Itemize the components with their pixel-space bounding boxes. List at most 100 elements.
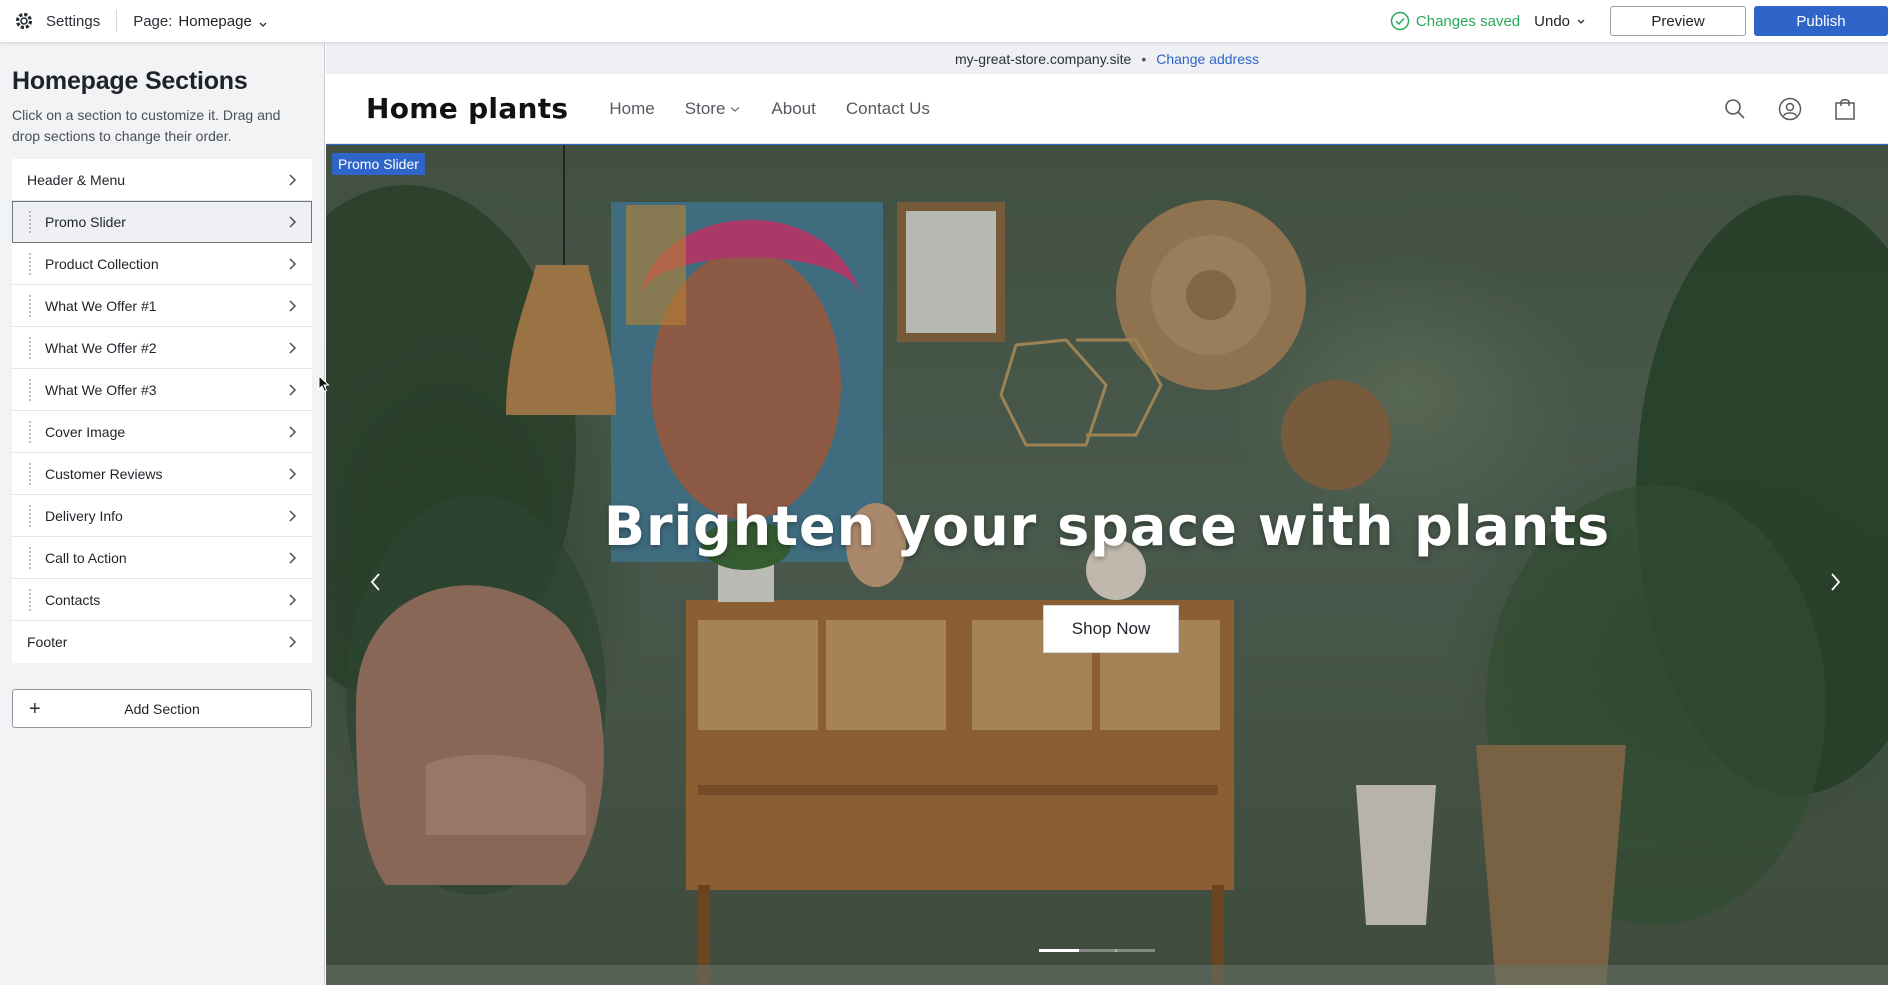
mouse-cursor-icon <box>318 375 330 393</box>
site-header[interactable]: Home plants Home Store About Contact Us <box>326 74 1888 144</box>
top-bar-left: Settings Page: Homepage <box>0 0 268 42</box>
chevron-right-icon <box>289 300 297 312</box>
section-item[interactable]: Cover Image <box>12 411 312 453</box>
promo-slider[interactable]: Promo Slider Brighten your space with pl… <box>326 144 1888 985</box>
drag-handle-icon[interactable] <box>28 504 36 527</box>
chevron-right-icon <box>289 174 297 186</box>
slider-dots <box>1039 949 1155 952</box>
chevron-right-icon <box>289 342 297 354</box>
save-status-text: Changes saved <box>1415 12 1521 30</box>
chevron-right-icon <box>289 552 297 564</box>
preview-button[interactable]: Preview <box>1610 6 1746 36</box>
chevron-down-icon <box>1577 19 1585 24</box>
add-section-label: Add Section <box>124 700 200 717</box>
section-item[interactable]: What We Offer #2 <box>12 327 312 369</box>
chevron-down-icon <box>731 106 740 112</box>
slider-prev-arrow[interactable] <box>368 570 382 599</box>
section-item-label: Contacts <box>45 591 101 608</box>
section-item[interactable]: Header & Menu <box>12 159 312 201</box>
section-item[interactable]: What We Offer #3 <box>12 369 312 411</box>
site-header-icons <box>1692 97 1888 121</box>
search-icon[interactable] <box>1724 98 1746 120</box>
chevron-right-icon <box>289 510 297 522</box>
add-section-button[interactable]: + Add Section <box>12 689 312 728</box>
hero-headline[interactable]: Brighten your space with plants <box>326 495 1888 558</box>
section-item-label: Delivery Info <box>45 507 123 524</box>
slider-dot[interactable] <box>1115 949 1155 952</box>
section-list: Header & Menu Promo Slider Product Collect… <box>12 159 312 663</box>
nav-item-contact[interactable]: Contact Us <box>846 99 930 119</box>
drag-handle-icon[interactable] <box>28 462 36 485</box>
section-item-label: Product Collection <box>45 255 159 272</box>
section-item[interactable]: Contacts <box>12 579 312 621</box>
settings-link[interactable]: Settings <box>46 13 100 30</box>
section-item-label: Footer <box>27 634 68 650</box>
top-bar-right: Changes saved Undo Preview Publish <box>1390 0 1888 42</box>
drag-handle-icon[interactable] <box>28 588 36 611</box>
sidebar-description: Click on a section to customize it. Drag… <box>12 107 281 144</box>
section-item-label: What We Offer #2 <box>45 339 157 356</box>
undo-label: Undo <box>1534 12 1570 30</box>
account-icon[interactable] <box>1778 97 1802 121</box>
nav-item-store-label: Store <box>684 98 726 118</box>
store-address: my-great-store.company.site <box>954 50 1132 67</box>
drag-handle-icon[interactable] <box>28 294 36 317</box>
chevron-down-icon[interactable] <box>258 16 268 27</box>
section-item-label: What We Offer #1 <box>45 297 157 314</box>
undo-button[interactable]: Undo <box>1534 13 1586 30</box>
section-item[interactable]: What We Offer #1 <box>12 285 312 327</box>
site-nav: Home Store About Contact Us <box>609 99 960 119</box>
save-status: Changes saved <box>1390 11 1520 31</box>
drag-handle-icon[interactable] <box>28 546 36 569</box>
sidebar-title: Homepage Sections <box>12 67 248 95</box>
cart-bag-icon[interactable] <box>1834 97 1856 121</box>
section-item[interactable]: Footer <box>12 621 312 663</box>
section-item[interactable]: Call to Action <box>12 537 312 579</box>
nav-item-store[interactable]: Store <box>685 99 742 119</box>
address-separator: • <box>1141 50 1147 67</box>
site-logo[interactable]: Home plants <box>366 92 568 125</box>
section-item[interactable]: Product Collection <box>12 243 312 285</box>
page-selector[interactable]: Homepage <box>178 13 251 30</box>
section-item-label: Header & Menu <box>27 171 126 188</box>
change-address-link[interactable]: Change address <box>1156 51 1259 67</box>
slider-dot[interactable] <box>1077 949 1117 952</box>
publish-button[interactable]: Publish <box>1754 6 1888 36</box>
hero-background-image <box>326 145 1888 985</box>
page-label: Page: <box>133 12 173 30</box>
nav-item-about[interactable]: About <box>771 99 815 119</box>
divider <box>116 10 118 32</box>
chevron-right-icon <box>289 258 297 270</box>
drag-handle-icon[interactable] <box>28 210 36 233</box>
chevron-right-icon <box>289 594 297 606</box>
slider-dot[interactable] <box>1039 949 1079 952</box>
section-tag: Promo Slider <box>332 153 425 175</box>
section-item[interactable]: Promo Slider <box>12 201 312 243</box>
chevron-right-icon <box>289 384 297 396</box>
chevron-right-icon <box>289 468 297 480</box>
store-preview: my-great-store.company.site • Change add… <box>326 43 1888 985</box>
plus-icon: + <box>29 698 41 720</box>
chevron-right-icon <box>289 426 297 438</box>
section-item-label: What We Offer #3 <box>45 381 157 398</box>
section-item[interactable]: Customer Reviews <box>12 453 312 495</box>
check-circle-icon <box>1390 11 1410 31</box>
drag-handle-icon[interactable] <box>28 378 36 401</box>
nav-item-home[interactable]: Home <box>609 99 654 119</box>
address-bar: my-great-store.company.site • Change add… <box>326 43 1888 74</box>
section-item-label: Call to Action <box>45 549 127 566</box>
chevron-right-icon <box>289 216 297 228</box>
chevron-left-icon <box>370 573 380 591</box>
section-item[interactable]: Delivery Info <box>12 495 312 537</box>
section-item-label: Customer Reviews <box>45 465 163 482</box>
gear-icon[interactable] <box>14 11 34 31</box>
chevron-right-icon <box>1831 573 1841 591</box>
drag-handle-icon[interactable] <box>28 252 36 275</box>
shop-now-button[interactable]: Shop Now <box>1043 605 1179 653</box>
section-item-label: Cover Image <box>45 423 126 440</box>
sections-sidebar: Homepage Sections Click on a section to … <box>0 43 325 985</box>
slider-next-arrow[interactable] <box>1829 570 1843 599</box>
drag-handle-icon[interactable] <box>28 420 36 443</box>
drag-handle-icon[interactable] <box>28 336 36 359</box>
chevron-right-icon <box>289 636 297 648</box>
